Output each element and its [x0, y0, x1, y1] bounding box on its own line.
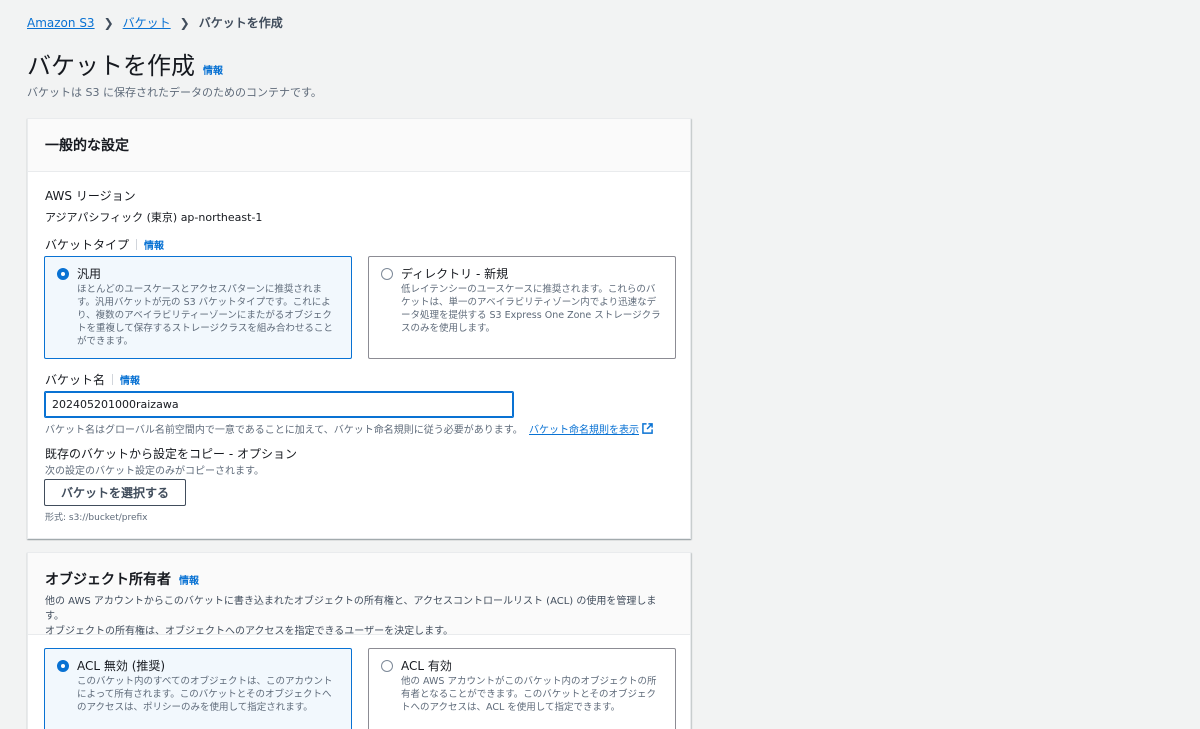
bucket-naming-rules-link[interactable]: バケット命名規則を表示: [529, 425, 639, 436]
breadcrumb-current: バケットを作成: [198, 16, 283, 30]
general-settings-panel: 一般的な設定 AWS リージョン アジアパシフィック (東京) ap-north…: [27, 118, 691, 539]
radio-unselected-icon[interactable]: [381, 659, 393, 672]
bucket-name-info-link[interactable]: 情報: [120, 372, 140, 387]
acl-enabled-head: ACL 有効: [381, 657, 663, 674]
object-ownership-header: オブジェクト所有者 情報 他の AWS アカウントからこのバケットに書き込まれた…: [28, 553, 690, 637]
acl-disabled-head: ACL 無効 (推奨): [57, 657, 339, 674]
external-link-icon: [642, 423, 653, 434]
directory-description: 低レイテンシーのユースケースに推奨されます。これらのバケットは、単一のアベイラビ…: [401, 284, 661, 334]
divider: [112, 374, 114, 385]
general-settings-title: 一般的な設定: [45, 138, 129, 154]
page-info-link[interactable]: 情報: [203, 62, 223, 77]
acl-enabled-description: 他の AWS アカウントがこのバケット内のオブジェクトの所有者となることができま…: [401, 676, 657, 713]
choose-bucket-button[interactable]: バケットを選択する: [44, 479, 186, 506]
chevron-right-icon: ❯: [103, 15, 114, 30]
ownership-acl-disabled[interactable]: ACL 無効 (推奨) このバケット内のすべてのオブジェクトは、このアカウントに…: [44, 648, 352, 729]
acl-disabled-title: ACL 無効 (推奨): [77, 659, 166, 673]
acl-enabled-title: ACL 有効: [401, 659, 452, 673]
chevron-right-icon: ❯: [179, 15, 190, 30]
page-title-text: バケットを作成: [27, 52, 195, 80]
bucket-type-label-row: バケットタイプ 情報: [45, 236, 164, 253]
region-label: AWS リージョン: [45, 189, 136, 203]
breadcrumb-buckets[interactable]: バケット: [123, 14, 171, 31]
divider: [136, 239, 138, 250]
breadcrumb: Amazon S3 ❯ バケット ❯ バケットを作成: [27, 14, 283, 31]
object-ownership-panel: オブジェクト所有者 情報 他の AWS アカウントからこのバケットに書き込まれた…: [27, 552, 691, 729]
ownership-acl-enabled[interactable]: ACL 有効 他の AWS アカウントがこのバケット内のオブジェクトの所有者とな…: [368, 648, 676, 729]
radio-selected-icon[interactable]: [57, 267, 69, 280]
object-ownership-title: オブジェクト所有者: [45, 572, 171, 588]
breadcrumb-amazon-s3[interactable]: Amazon S3: [27, 16, 95, 30]
format-hint: 形式: s3://bucket/prefix: [45, 513, 148, 523]
region-value: アジアパシフィック (東京) ap-northeast-1: [45, 211, 263, 224]
bucket-type-general-purpose[interactable]: 汎用 ほとんどのユースケースとアクセスパターンに推奨されます。汎用バケットが元の…: [44, 256, 352, 359]
bucket-name-value: 202405201000raizawa: [52, 398, 179, 411]
acl-disabled-description: このバケット内のすべてのオブジェクトは、このアカウントによって所有されます。この…: [77, 676, 333, 713]
general-purpose-title: 汎用: [77, 267, 102, 281]
radio-selected-icon[interactable]: [57, 659, 69, 672]
page-title: バケットを作成 情報: [27, 46, 223, 81]
general-purpose-description: ほとんどのユースケースとアクセスパターンに推奨されます。汎用バケットが元の S3…: [77, 284, 333, 347]
bucket-name-input[interactable]: 202405201000raizawa: [44, 391, 514, 418]
bucket-name-label: バケット名: [45, 373, 106, 387]
bucket-name-hint: バケット名はグローバル名前空間内で一意であることに加えて、バケット命名規則に従う…: [45, 421, 653, 436]
object-ownership-info-link[interactable]: 情報: [179, 572, 199, 587]
object-ownership-description-1: 他の AWS アカウントからこのバケットに書き込まれたオブジェクトの所有権と、ア…: [45, 596, 657, 622]
radio-unselected-icon[interactable]: [381, 267, 393, 280]
general-settings-header: 一般的な設定: [28, 119, 690, 172]
bucket-name-label-row: バケット名 情報: [45, 371, 140, 388]
directory-title: ディレクトリ - 新規: [401, 267, 509, 281]
object-ownership-title-row: オブジェクト所有者 情報: [45, 569, 673, 589]
object-ownership-description-2: オブジェクトの所有権は、オブジェクトへのアクセスを指定できるユーザーを決定します…: [45, 626, 454, 637]
directory-head: ディレクトリ - 新規: [381, 265, 663, 282]
bucket-type-directory[interactable]: ディレクトリ - 新規 低レイテンシーのユースケースに推奨されます。これらのバケ…: [368, 256, 676, 359]
general-purpose-head: 汎用: [57, 265, 339, 282]
bucket-type-info-link[interactable]: 情報: [144, 237, 164, 252]
bucket-type-label: バケットタイプ: [45, 238, 130, 252]
copy-settings-description: 次の設定のバケット設定のみがコピーされます。: [45, 466, 264, 477]
bucket-name-hint-text: バケット名はグローバル名前空間内で一意であることに加えて、バケット命名規則に従う…: [45, 425, 523, 436]
page-description: バケットは S3 に保存されたデータのためのコンテナです。: [27, 86, 322, 99]
copy-settings-label: 既存のバケットから設定をコピー - オプション: [45, 447, 297, 461]
